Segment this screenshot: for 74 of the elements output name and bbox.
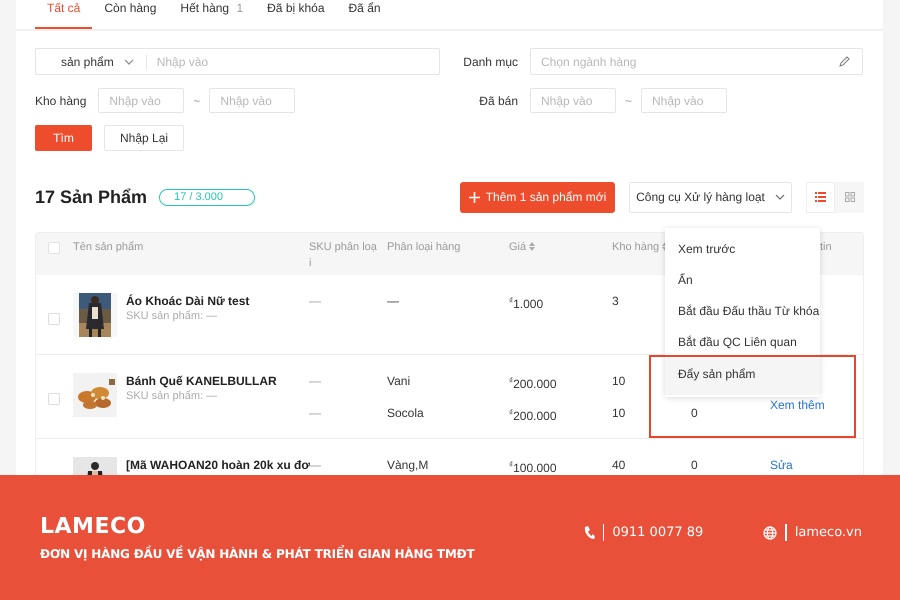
- product-sku: SKU sản phẩm: —: [126, 309, 218, 323]
- category-label: Danh mục: [462, 54, 519, 68]
- table-cell-text: —: [309, 457, 322, 473]
- menu-item[interactable]: Bắt đầu Đấu thầu Từ khóa: [665, 296, 820, 327]
- action-link[interactable]: Sửa: [770, 457, 863, 473]
- checkbox[interactable]: [48, 242, 60, 254]
- list-view-icon: [815, 192, 826, 202]
- tab[interactable]: Đã ẩn: [336, 0, 393, 29]
- table-cell-text: Vàng,M: [387, 457, 430, 473]
- table-cell-text: Vani: [387, 373, 412, 389]
- plus-icon: [468, 192, 480, 202]
- table-cell-text: —: [387, 293, 400, 309]
- sold-label: Đã bán: [478, 94, 519, 108]
- website-url: lameco.vn: [794, 525, 862, 540]
- column-header: tin: [819, 240, 833, 255]
- table-cell-text: $^{₫}$200.000: [509, 375, 558, 389]
- table-cell-text: 0: [691, 457, 699, 473]
- search-button[interactable]: Tìm: [35, 125, 92, 151]
- table-cell-text: Socola: [387, 405, 425, 421]
- tab[interactable]: Còn hàng: [92, 0, 168, 29]
- stock-label: Kho hàng: [35, 94, 86, 108]
- table-cell-text: 40: [612, 457, 626, 473]
- view-toggle[interactable]: [806, 182, 835, 212]
- action-link[interactable]: Xem thêm: [770, 397, 863, 413]
- table-cell-text: 3: [612, 293, 620, 309]
- checkbox[interactable]: [48, 393, 60, 405]
- table-cell-text: $^{₫}$100.000: [509, 459, 558, 473]
- tab[interactable]: Đã bị khóa: [255, 0, 337, 29]
- table-cell-text: —: [309, 293, 322, 309]
- tab[interactable]: Hết hàng 1: [168, 0, 256, 29]
- range-separator: ~: [193, 94, 200, 108]
- bulk-tools-dropdown[interactable]: Công cụ Xử lý hàng loạt: [629, 182, 792, 212]
- placeholder-text: Chọn ngành hàng: [541, 54, 636, 68]
- tagline: ĐƠN VỊ HÀNG ĐẦU VỀ VẬN HÀNH & PHÁT TRIỂN GIAN HÀNG TMĐT: [40, 547, 583, 561]
- menu-item[interactable]: Xem trước: [665, 234, 820, 265]
- menu-item[interactable]: Ẩn: [665, 265, 820, 296]
- phone-number: 0911 0077 89: [612, 525, 704, 540]
- product-name: Áo Khoác Dài Nữ test: [126, 293, 250, 309]
- table-cell-text: $^{₫}$200.000: [509, 407, 558, 421]
- placeholder-text: Nhập vào: [156, 54, 208, 68]
- column-header: SKU phân loại: [309, 240, 378, 271]
- brand-name: LAMECO: [40, 514, 147, 539]
- placeholder-text: Nhập vào: [652, 94, 704, 108]
- search-type-dropdown[interactable]: sản phẩm: [61, 54, 114, 68]
- reset-button[interactable]: Nhập Lại: [104, 125, 184, 151]
- column-header: Phân loại hàng: [387, 240, 462, 255]
- column-header: Tên sản phẩm: [73, 240, 144, 255]
- chevron-down-icon: [124, 58, 134, 64]
- pencil-icon: [838, 56, 850, 68]
- placeholder-text: Nhập vào: [220, 94, 272, 108]
- globe-icon: [763, 526, 778, 540]
- placeholder-text: Nhập vào: [541, 94, 592, 108]
- chevron-down-icon: [774, 194, 785, 200]
- placeholder-text: Nhập vào: [109, 94, 161, 108]
- table-cell-text: 10: [612, 405, 626, 421]
- add-product-button[interactable]: Thêm 1 sản phẩm mới: [460, 182, 615, 212]
- product-sku: SKU sản phẩm: —: [126, 389, 218, 403]
- table-cell-text: —: [309, 373, 322, 389]
- product-name: Bánh Quế KANELBULLAR: [126, 373, 277, 389]
- table-cell-text: —: [309, 405, 322, 421]
- range-separator: ~: [625, 94, 632, 108]
- grid-view-icon: [844, 192, 854, 202]
- phone-icon: [582, 526, 595, 540]
- menu-item[interactable]: Đẩy sản phẩm: [665, 358, 820, 395]
- product-count-title: 17 Sản Phẩm: [35, 186, 148, 208]
- quota-badge: 17 / 3.000: [159, 188, 256, 206]
- product-name: [Mã WAHOAN20 hoàn 20k xu đơ: [126, 457, 310, 473]
- product-search-field[interactable]: sản phẩm Nhập vào: [35, 48, 440, 75]
- table-cell-text: 0: [691, 405, 699, 421]
- column-header: Giá: [509, 239, 612, 275]
- menu-item[interactable]: Bắt đầu QC Liên quan: [665, 327, 820, 358]
- table-cell-text: $^{₫}$1.000: [509, 295, 544, 309]
- tab[interactable]: Tất cả: [35, 0, 92, 29]
- checkbox[interactable]: [48, 313, 60, 325]
